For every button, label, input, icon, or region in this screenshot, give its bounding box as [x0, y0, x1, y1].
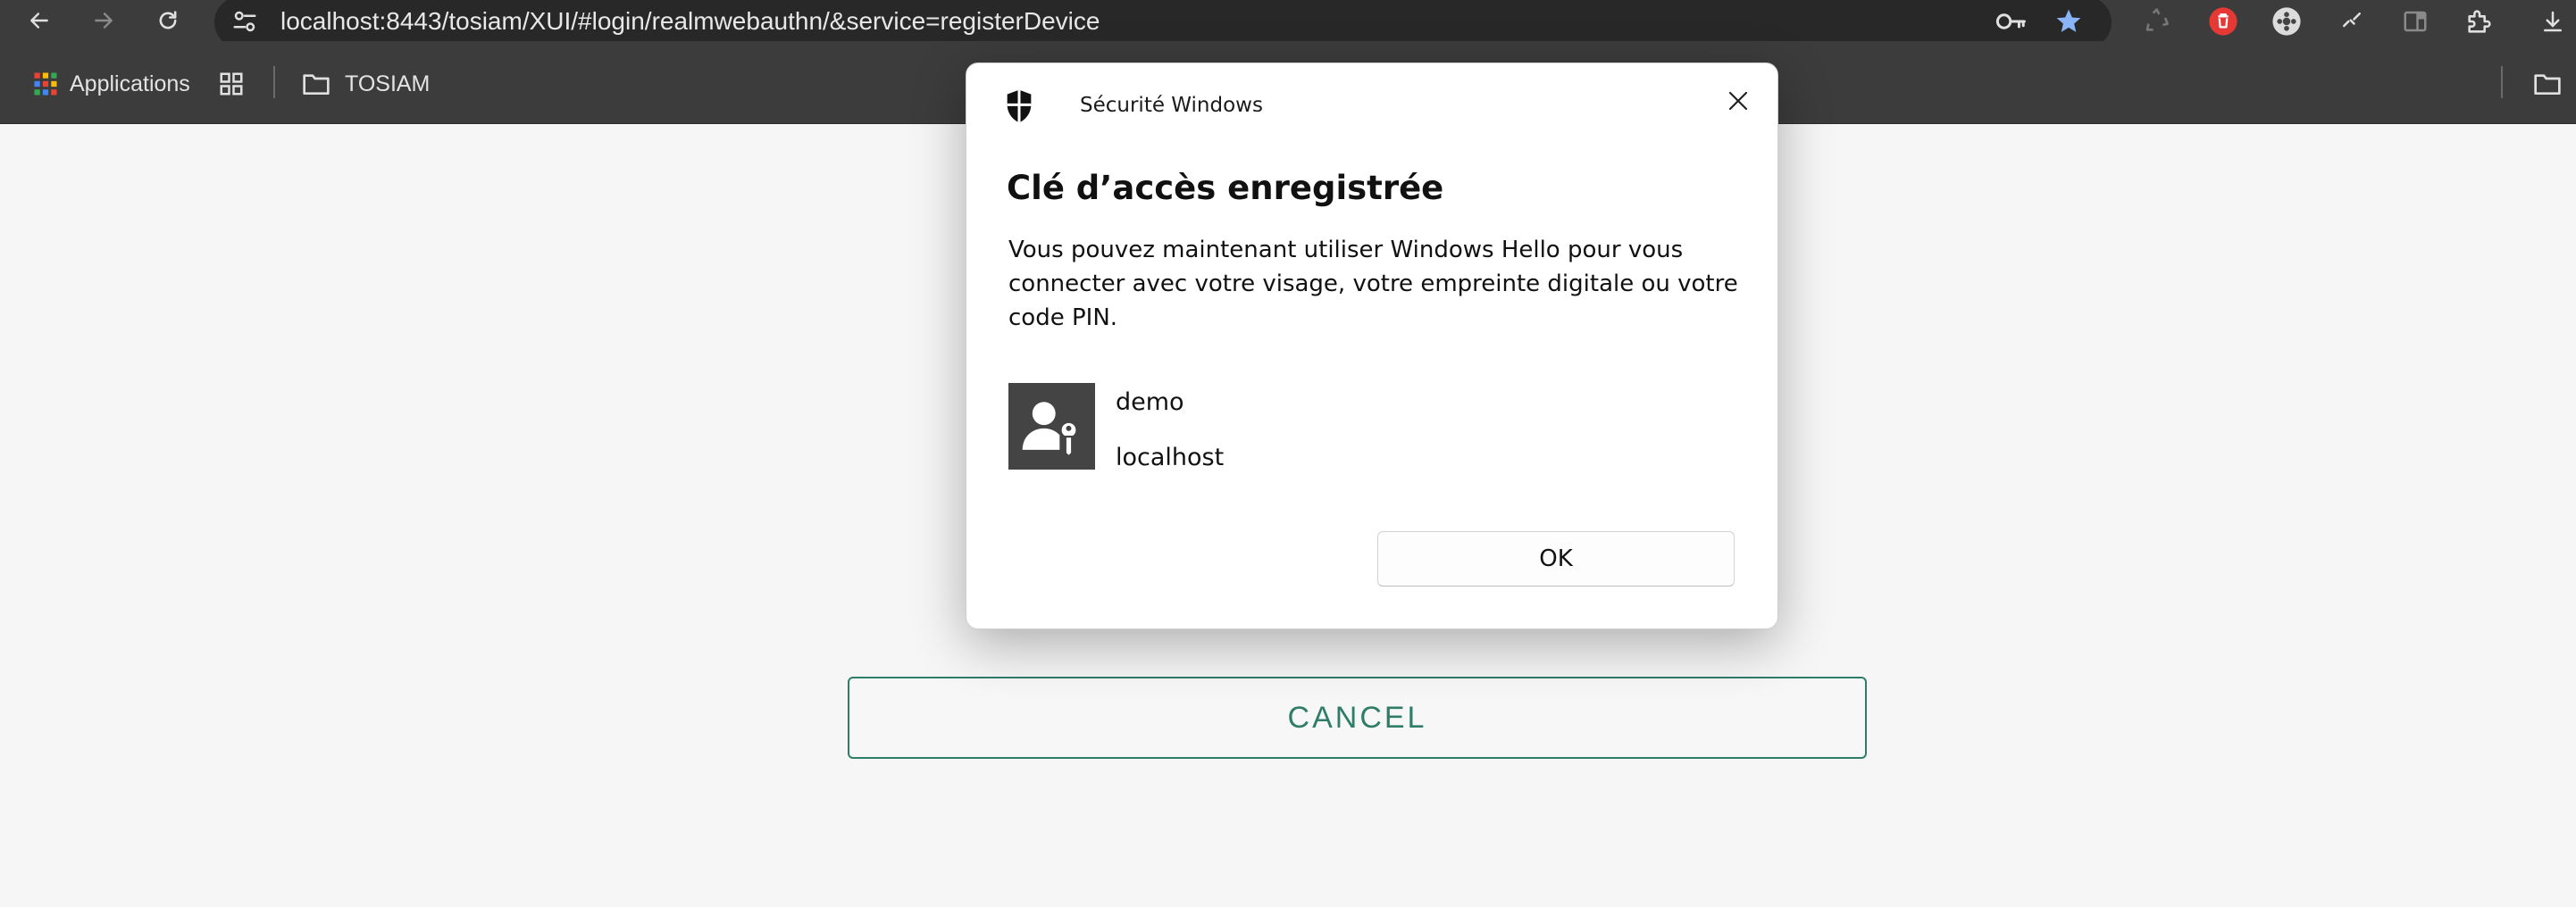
back-button[interactable] [21, 4, 57, 37]
passkey-user-icon [1022, 401, 1078, 458]
bookmark-separator [273, 66, 275, 98]
star-icon [2056, 9, 2081, 32]
site-settings-button[interactable] [225, 4, 264, 39]
browser-toolbar: localhost:8443/tosiam/XUI/#login/realmwe… [0, 0, 2576, 48]
bookmark-applications[interactable]: Applications [32, 68, 190, 100]
flower-badge-icon [2272, 7, 2301, 36]
download-icon [2544, 11, 2562, 32]
extension-recycle-button[interactable] [2138, 4, 2178, 39]
dialog-message: Vous pouvez maintenant utiliser Windows … [1008, 237, 1738, 331]
shield-icon [1007, 89, 1032, 123]
extension-gray-button[interactable] [2267, 4, 2306, 39]
password-key-button[interactable] [1992, 4, 2031, 39]
tab-groups-button[interactable] [218, 68, 245, 100]
back-icon [30, 12, 48, 29]
recycle-icon [2145, 8, 2169, 31]
passkey-username: demo [1116, 388, 1184, 416]
extensions-button[interactable] [2460, 4, 2499, 39]
bookmark-separator-right [2501, 66, 2503, 98]
dialog-app-name: Sécurité Windows [1080, 94, 1263, 117]
forward-icon [95, 12, 113, 29]
extension-pointer-button[interactable] [2332, 4, 2371, 39]
windows-security-dialog: Sécurité Windows Clé d’accès enregistrée… [966, 62, 1778, 629]
reload-button[interactable] [150, 4, 186, 37]
key-icon [1995, 13, 2026, 29]
tab-groups-icon [220, 72, 243, 96]
ok-button[interactable]: OK [1377, 531, 1735, 587]
cancel-button[interactable]: CANCEL [848, 677, 1867, 759]
trash-badge-icon [2209, 7, 2237, 36]
site-settings-icon [233, 11, 256, 32]
url-text[interactable]: localhost:8443/tosiam/XUI/#login/realmwe… [280, 7, 1100, 36]
download-button[interactable] [2533, 4, 2572, 39]
apps-grid-icon [34, 72, 57, 96]
pointer-icon [2343, 12, 2361, 28]
passkey-host: localhost [1116, 444, 1225, 471]
dialog-close-button[interactable] [1715, 78, 1761, 124]
extension-red-button[interactable] [2204, 4, 2243, 39]
other-bookmarks-button[interactable] [2533, 68, 2562, 100]
folder-icon [2534, 74, 2561, 95]
side-panel-button[interactable] [2396, 4, 2435, 39]
reload-icon [159, 11, 177, 29]
dialog-title: Clé d’accès enregistrée [1007, 169, 1444, 207]
side-panel-icon [2404, 11, 2427, 32]
passkey-user-avatar [1008, 383, 1095, 470]
close-icon [1728, 91, 1748, 111]
bookmark-star-button[interactable] [2049, 4, 2088, 39]
bookmark-folder-label: TOSIAM [345, 71, 431, 96]
bookmark-folder-tosiam[interactable]: TOSIAM [302, 68, 430, 100]
puzzle-icon [2468, 10, 2491, 33]
folder-icon [303, 74, 330, 95]
forward-button[interactable] [86, 4, 121, 37]
bookmark-applications-label: Applications [70, 71, 190, 96]
